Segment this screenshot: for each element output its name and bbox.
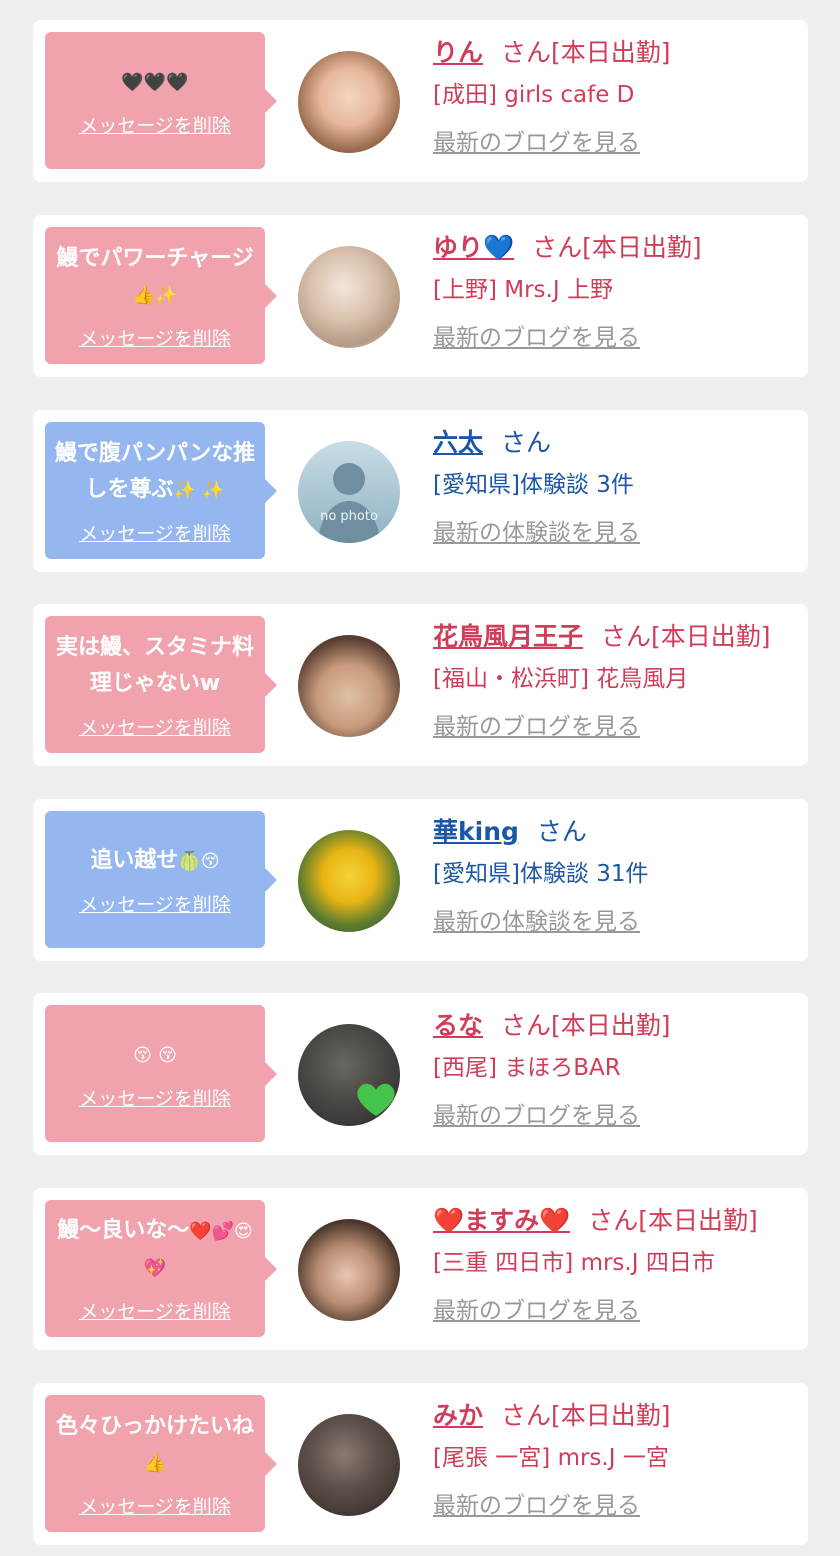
- latest-post-link[interactable]: 最新のブログを見る: [433, 1489, 803, 1523]
- message-text: 鰻で腹パンパンな推しを尊ぶ✨ ✨: [54, 440, 256, 502]
- shop-info: [愛知県]体験談 31件: [433, 861, 649, 887]
- avatar[interactable]: [298, 1414, 400, 1516]
- user-name-link[interactable]: 花鳥風月王子: [433, 622, 583, 651]
- message-card: 🖤🖤🖤 メッセージを削除 りん さん[本日出勤] [成田] girls cafe …: [33, 20, 808, 182]
- delete-message-link[interactable]: メッセージを削除: [79, 111, 231, 138]
- message-emoji: 😚 😚: [133, 1044, 177, 1066]
- avatar[interactable]: [298, 635, 400, 737]
- profile-info: ゆり💙 さん[本日出勤] [上野] Mrs.J 上野 最新のブログを見る: [433, 229, 803, 355]
- message-bubble: 鰻でパワーチャージ👍✨ メッセージを削除: [45, 227, 277, 364]
- shop-info: [上野] Mrs.J 上野: [433, 277, 613, 303]
- profile-info: りん さん[本日出勤] [成田] girls cafe D 最新のブログを見る: [433, 34, 803, 160]
- message-card: 追い越せ🍈😚 メッセージを削除 華king さん [愛知県]体験談 31件 最新の…: [33, 799, 808, 961]
- shop-info: [成田] girls cafe D: [433, 82, 635, 108]
- honorific-status: さん[本日出勤]: [501, 1011, 671, 1040]
- user-name-link[interactable]: りん: [433, 38, 483, 67]
- message-text: 鰻〜良いな〜❤️💕😍💖: [57, 1218, 253, 1279]
- message-emoji: 🖤🖤🖤: [121, 71, 189, 93]
- delete-message-link[interactable]: メッセージを削除: [79, 1492, 231, 1519]
- avatar[interactable]: [298, 1219, 400, 1321]
- honorific-status: さん[本日出勤]: [588, 1206, 758, 1235]
- message-bubble: 😚 😚 メッセージを削除: [45, 1005, 277, 1142]
- delete-message-link[interactable]: メッセージを削除: [79, 519, 231, 546]
- honorific-status: さん: [536, 817, 587, 846]
- honorific-status: さん[本日出勤]: [501, 38, 671, 67]
- user-name-link[interactable]: 六太: [433, 428, 483, 457]
- delete-message-link[interactable]: メッセージを削除: [79, 890, 231, 917]
- honorific-status: さん[本日出勤]: [501, 1401, 671, 1430]
- latest-post-link[interactable]: 最新のブログを見る: [433, 321, 803, 355]
- shop-info: [西尾] まほろBAR: [433, 1055, 621, 1081]
- user-name-link[interactable]: 華king: [433, 817, 519, 846]
- user-name-link[interactable]: るな: [433, 1011, 483, 1040]
- message-emoji: 🍈😚: [178, 850, 220, 872]
- avatar[interactable]: [298, 51, 400, 153]
- message-card: 色々ひっかけたいね👍 メッセージを削除 みか さん[本日出勤] [尾張 一宮] m…: [33, 1383, 808, 1545]
- profile-info: 華king さん [愛知県]体験談 31件 最新の体験談を見る: [433, 813, 803, 939]
- delete-message-link[interactable]: メッセージを削除: [79, 1297, 231, 1324]
- user-name-link[interactable]: みか: [433, 1401, 483, 1430]
- user-name-link[interactable]: ゆり💙: [433, 233, 514, 262]
- delete-message-link[interactable]: メッセージを削除: [79, 324, 231, 351]
- profile-info: るな さん[本日出勤] [西尾] まほろBAR 最新のブログを見る: [433, 1007, 803, 1133]
- message-bubble: 色々ひっかけたいね👍 メッセージを削除: [45, 1395, 277, 1532]
- delete-message-link[interactable]: メッセージを削除: [79, 1084, 231, 1111]
- message-text: 🖤🖤🖤: [121, 64, 188, 101]
- message-text: 実は鰻、スタミナ料理じゃないw: [55, 634, 254, 696]
- message-bubble: 追い越せ🍈😚 メッセージを削除: [45, 811, 277, 948]
- avatar[interactable]: [298, 246, 400, 348]
- message-card-list: 🖤🖤🖤 メッセージを削除 りん さん[本日出勤] [成田] girls cafe …: [0, 0, 840, 1556]
- avatar[interactable]: no photo: [298, 441, 400, 543]
- message-card: 鰻でパワーチャージ👍✨ メッセージを削除 ゆり💙 さん[本日出勤] [上野] Mr…: [33, 215, 808, 377]
- message-card: 😚 😚 メッセージを削除 るな さん[本日出勤] [西尾] まほろBAR 最新のブ…: [33, 993, 808, 1155]
- shop-info: [三重 四日市] mrs.J 四日市: [433, 1250, 715, 1276]
- profile-info: みか さん[本日出勤] [尾張 一宮] mrs.J 一宮 最新のブログを見る: [433, 1397, 803, 1523]
- message-emoji: 👍✨: [132, 284, 178, 306]
- profile-info: 花鳥風月王子 さん[本日出勤] [福山・松浜町] 花鳥風月 最新のブログを見る: [433, 618, 803, 744]
- message-bubble: 鰻〜良いな〜❤️💕😍💖 メッセージを削除: [45, 1200, 277, 1337]
- message-text: 追い越せ🍈😚: [90, 847, 220, 873]
- message-emoji: 👍: [143, 1452, 167, 1474]
- message-text: 😚 😚: [133, 1037, 177, 1074]
- user-name-link[interactable]: ❤️ますみ❤️: [433, 1206, 570, 1235]
- latest-post-link[interactable]: 最新のブログを見る: [433, 1099, 803, 1133]
- message-card: 実は鰻、スタミナ料理じゃないw メッセージを削除 花鳥風月王子 さん[本日出勤] …: [33, 604, 808, 766]
- green-heart-icon: [357, 1083, 395, 1116]
- profile-info: ❤️ますみ❤️ さん[本日出勤] [三重 四日市] mrs.J 四日市 最新のブロ…: [433, 1202, 803, 1328]
- shop-info: [愛知県]体験談 3件: [433, 472, 634, 498]
- avatar[interactable]: [298, 1024, 400, 1126]
- message-card: 鰻〜良いな〜❤️💕😍💖 メッセージを削除 ❤️ますみ❤️ さん[本日出勤] [三重…: [33, 1188, 808, 1350]
- message-emoji: ✨ ✨: [173, 479, 225, 501]
- avatar[interactable]: [298, 830, 400, 932]
- profile-info: 六太 さん [愛知県]体験談 3件 最新の体験談を見る: [433, 424, 803, 550]
- message-text: 鰻でパワーチャージ👍✨: [56, 245, 254, 306]
- latest-post-link[interactable]: 最新のブログを見る: [433, 126, 803, 160]
- latest-post-link[interactable]: 最新の体験談を見る: [433, 516, 803, 550]
- honorific-status: さん[本日出勤]: [532, 233, 702, 262]
- message-text: 色々ひっかけたいね👍: [55, 1413, 254, 1474]
- latest-post-link[interactable]: 最新の体験談を見る: [433, 905, 803, 939]
- honorific-status: さん: [501, 428, 552, 457]
- message-bubble: 鰻で腹パンパンな推しを尊ぶ✨ ✨ メッセージを削除: [45, 422, 277, 559]
- no-photo-label: no photo: [320, 509, 378, 524]
- message-bubble: 🖤🖤🖤 メッセージを削除: [45, 32, 277, 169]
- latest-post-link[interactable]: 最新のブログを見る: [433, 710, 803, 744]
- latest-post-link[interactable]: 最新のブログを見る: [433, 1294, 803, 1328]
- person-silhouette-icon: [318, 463, 380, 543]
- honorific-status: さん[本日出勤]: [601, 622, 771, 651]
- delete-message-link[interactable]: メッセージを削除: [79, 713, 231, 740]
- message-bubble: 実は鰻、スタミナ料理じゃないw メッセージを削除: [45, 616, 277, 753]
- shop-info: [尾張 一宮] mrs.J 一宮: [433, 1445, 669, 1471]
- shop-info: [福山・松浜町] 花鳥風月: [433, 666, 689, 692]
- message-card: 鰻で腹パンパンな推しを尊ぶ✨ ✨ メッセージを削除 no photo 六太 さん …: [33, 410, 808, 572]
